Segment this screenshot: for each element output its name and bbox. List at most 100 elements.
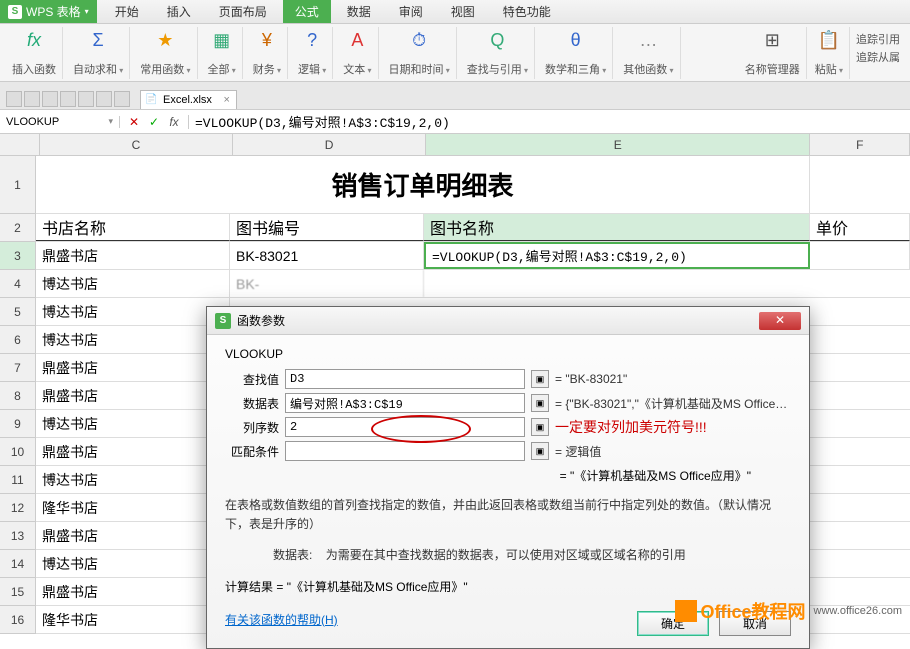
row-header-15[interactable]: 15 — [0, 578, 35, 606]
title-cell[interactable]: 销售订单明细表 — [36, 156, 810, 213]
menu-view[interactable]: 视图 — [439, 0, 487, 23]
cell-C13[interactable]: 鼎盛书店 — [36, 522, 230, 549]
menu-formula[interactable]: 公式 — [283, 0, 331, 23]
ribbon-logic[interactable]: ?逻辑 — [292, 27, 333, 79]
param1-input[interactable] — [285, 369, 525, 389]
cell-E2[interactable]: 图书名称 — [424, 214, 810, 241]
cell-D4[interactable]: BK- — [230, 270, 424, 297]
formula-cancel[interactable]: ✕ — [126, 115, 142, 129]
cell-D2[interactable]: 图书编号 — [230, 214, 424, 241]
formula-accept[interactable]: ✓ — [146, 115, 162, 129]
menu-start[interactable]: 开始 — [103, 0, 151, 23]
row-header-13[interactable]: 13 — [0, 522, 35, 550]
doc-tab[interactable]: Excel.xlsx × — [140, 90, 237, 109]
annotation: 一定要对列加美元符号!!! — [555, 417, 707, 437]
param2-input[interactable] — [285, 393, 525, 413]
tool-redo[interactable] — [114, 91, 130, 107]
menu-data[interactable]: 数据 — [335, 0, 383, 23]
menu-special[interactable]: 特色功能 — [491, 0, 563, 23]
cell-C3[interactable]: 鼎盛书店 — [36, 242, 230, 269]
range-picker-icon[interactable]: ▣ — [531, 370, 549, 388]
menu-review[interactable]: 审阅 — [387, 0, 435, 23]
param4-input[interactable] — [285, 441, 525, 461]
row-header-12[interactable]: 12 — [0, 494, 35, 522]
ribbon-insert-fn[interactable]: fx插入函数 — [6, 27, 63, 79]
cell-C9[interactable]: 博达书店 — [36, 410, 230, 437]
col-header-E[interactable]: E — [426, 134, 810, 156]
cell-C14[interactable]: 博达书店 — [36, 550, 230, 577]
param3-input[interactable] — [285, 417, 525, 437]
select-all-corner[interactable] — [0, 134, 40, 156]
col-header-F[interactable]: F — [810, 134, 910, 156]
cell-C6[interactable]: 博达书店 — [36, 326, 230, 353]
menu-insert[interactable]: 插入 — [155, 0, 203, 23]
name-box[interactable]: VLOOKUP — [0, 116, 120, 128]
row-header-9[interactable]: 9 — [0, 410, 35, 438]
row-header-8[interactable]: 8 — [0, 382, 35, 410]
cell-C11[interactable]: 博达书店 — [36, 466, 230, 493]
trace-dependents[interactable]: 追踪从属 — [856, 49, 900, 65]
tool-5[interactable] — [78, 91, 94, 107]
row-header-5[interactable]: 5 — [0, 298, 35, 326]
col-header-D[interactable]: D — [233, 134, 426, 156]
row-header-7[interactable]: 7 — [0, 354, 35, 382]
dialog-close-button[interactable]: ✕ — [759, 312, 801, 330]
ribbon-common[interactable]: ★常用函数 — [134, 27, 197, 79]
ribbon-name-mgr[interactable]: ⊞名称管理器 — [739, 27, 807, 79]
ribbon-finance[interactable]: ¥财务 — [247, 27, 288, 79]
ribbon-autosum[interactable]: Σ自动求和 — [67, 27, 130, 79]
help-link[interactable]: 有关该函数的帮助(H) — [225, 611, 338, 628]
tool-undo[interactable] — [96, 91, 112, 107]
formula-bar: VLOOKUP ✕ ✓ fx =VLOOKUP(D3,编号对照!A$3:C$19… — [0, 110, 910, 134]
param3-label: 列序数 — [225, 419, 279, 436]
ribbon-paste[interactable]: 📋粘贴 — [809, 27, 850, 79]
cell-D3[interactable]: BK-83021 — [230, 242, 424, 269]
cell-C8[interactable]: 鼎盛书店 — [36, 382, 230, 409]
param2-result: = {"BK-83021","《计算机基础及MS Office… — [555, 395, 787, 412]
row-header-3[interactable]: 3 — [0, 242, 35, 270]
range-picker-icon[interactable]: ▣ — [531, 394, 549, 412]
clock-icon: ⏱ — [407, 29, 431, 53]
app-dropdown-icon[interactable]: ▾ — [85, 7, 89, 16]
menu-pagelayout[interactable]: 页面布局 — [207, 0, 279, 23]
cell-C5[interactable]: 博达书店 — [36, 298, 230, 325]
cell-F2[interactable]: 单价 — [810, 214, 910, 241]
fx-button[interactable]: fx — [166, 115, 182, 129]
row-header-16[interactable]: 16 — [0, 606, 35, 634]
row-header-1[interactable]: 1 — [0, 156, 35, 214]
cell-C16[interactable]: 隆华书店 — [36, 606, 230, 633]
dialog-titlebar[interactable]: S 函数参数 ✕ — [207, 307, 809, 335]
range-picker-icon[interactable]: ▣ — [531, 442, 549, 460]
range-picker-icon[interactable]: ▣ — [531, 418, 549, 436]
trace-precedents[interactable]: 追踪引用 — [856, 31, 900, 47]
col-header-C[interactable]: C — [40, 134, 233, 156]
doc-tab-name: Excel.xlsx — [163, 94, 212, 106]
cell-C10[interactable]: 鼎盛书店 — [36, 438, 230, 465]
cell-C2[interactable]: 书店名称 — [36, 214, 230, 241]
ribbon-lookup[interactable]: Q查找与引用 — [461, 27, 535, 79]
tool-3[interactable] — [42, 91, 58, 107]
close-icon[interactable]: × — [223, 94, 229, 106]
ribbon-text[interactable]: A文本 — [337, 27, 378, 79]
cell-C12[interactable]: 隆华书店 — [36, 494, 230, 521]
row-header-11[interactable]: 11 — [0, 466, 35, 494]
row-header-10[interactable]: 10 — [0, 438, 35, 466]
cell-C7[interactable]: 鼎盛书店 — [36, 354, 230, 381]
tool-1[interactable] — [6, 91, 22, 107]
cell-F3[interactable] — [810, 242, 910, 269]
formula-input[interactable]: =VLOOKUP(D3,编号对照!A$3:C$19,2,0) — [189, 112, 910, 131]
row-header-2[interactable]: 2 — [0, 214, 35, 242]
tool-4[interactable] — [60, 91, 76, 107]
dialog-title: 函数参数 — [237, 312, 285, 329]
ribbon-other[interactable]: …其他函数 — [617, 27, 680, 79]
row-header-4[interactable]: 4 — [0, 270, 35, 298]
row-header-14[interactable]: 14 — [0, 550, 35, 578]
cell-E3-editing[interactable]: =VLOOKUP(D3,编号对照!A$3:C$19,2,0) — [424, 242, 810, 269]
cell-C4[interactable]: 博达书店 — [36, 270, 230, 297]
ribbon-math[interactable]: θ数学和三角 — [539, 27, 613, 79]
tool-2[interactable] — [24, 91, 40, 107]
cell-C15[interactable]: 鼎盛书店 — [36, 578, 230, 605]
row-header-6[interactable]: 6 — [0, 326, 35, 354]
ribbon-datetime[interactable]: ⏱日期和时间 — [383, 27, 457, 79]
ribbon-all[interactable]: ▦全部 — [202, 27, 243, 79]
